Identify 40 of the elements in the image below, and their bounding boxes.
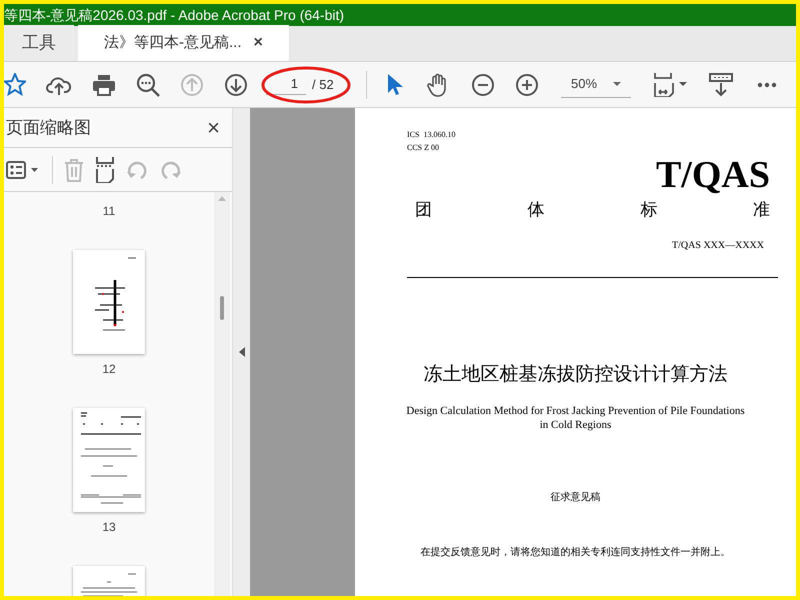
page-number-label: 13	[102, 519, 116, 536]
category-character: 体	[528, 199, 545, 222]
ics-code: ICS 13.060.10	[407, 129, 456, 141]
scrollbar[interactable]	[214, 192, 230, 596]
page-number-field[interactable]: 1	[266, 74, 306, 95]
category-character: 标	[640, 199, 658, 222]
panel-title: 页面缩略图	[6, 116, 91, 139]
search-icon[interactable]	[136, 72, 160, 96]
page-number-label: 11	[102, 203, 116, 220]
fit-page-icon[interactable]	[653, 72, 687, 96]
close-tab-button[interactable]: ×	[254, 35, 263, 51]
pointer-icon[interactable]	[385, 72, 403, 96]
page-thumbnail[interactable]	[73, 250, 145, 354]
zoom-out-icon[interactable]	[471, 72, 495, 96]
hand-icon[interactable]	[427, 72, 449, 96]
window-title: 等四本-意见稿2026.03.pdf - Adobe Acrobat Pro (64-bit)	[4, 8, 344, 22]
star-icon[interactable]	[4, 72, 26, 96]
zoom-field[interactable]: 50%	[561, 72, 631, 98]
zoom-in-icon[interactable]	[515, 72, 539, 96]
print-icon[interactable]	[92, 72, 116, 96]
caret-icon[interactable]	[613, 82, 621, 86]
page-thumbnail[interactable]	[73, 408, 145, 512]
standard-code: T/QAS XXX—XXXX	[672, 238, 764, 252]
notice-text: 在提交反馈意见时，请将您知道的相关专利连同支持性文件一并附上。	[420, 546, 732, 560]
english-title: Design Calculation Method for Frost Jacking Prevention of Pile Foundations in Cold Regions	[405, 404, 746, 432]
page-number-label: 12	[102, 361, 116, 378]
scroll-mode-icon[interactable]	[709, 72, 733, 96]
standard-logo: T/QAS	[656, 156, 770, 194]
insert-page-icon[interactable]	[95, 156, 115, 182]
chinese-title: 冻土地区桩基冻拔防控设计计算方法	[422, 362, 728, 386]
document-tab[interactable]: 法》等四本-意见稿... ×	[78, 25, 289, 61]
draft-stage-label: 征求意见稿	[550, 490, 602, 505]
close-panel-button[interactable]: ×	[207, 116, 220, 138]
page-count: / 52	[312, 76, 334, 94]
ccs-code: CCS Z 00	[407, 142, 440, 154]
collapse-arrow-icon[interactable]	[238, 347, 244, 357]
arrow-down-circle-icon[interactable]	[224, 72, 248, 96]
category-character: 准	[752, 199, 770, 222]
scroll-thumb[interactable]	[220, 296, 224, 320]
category-character: 团	[415, 199, 432, 222]
